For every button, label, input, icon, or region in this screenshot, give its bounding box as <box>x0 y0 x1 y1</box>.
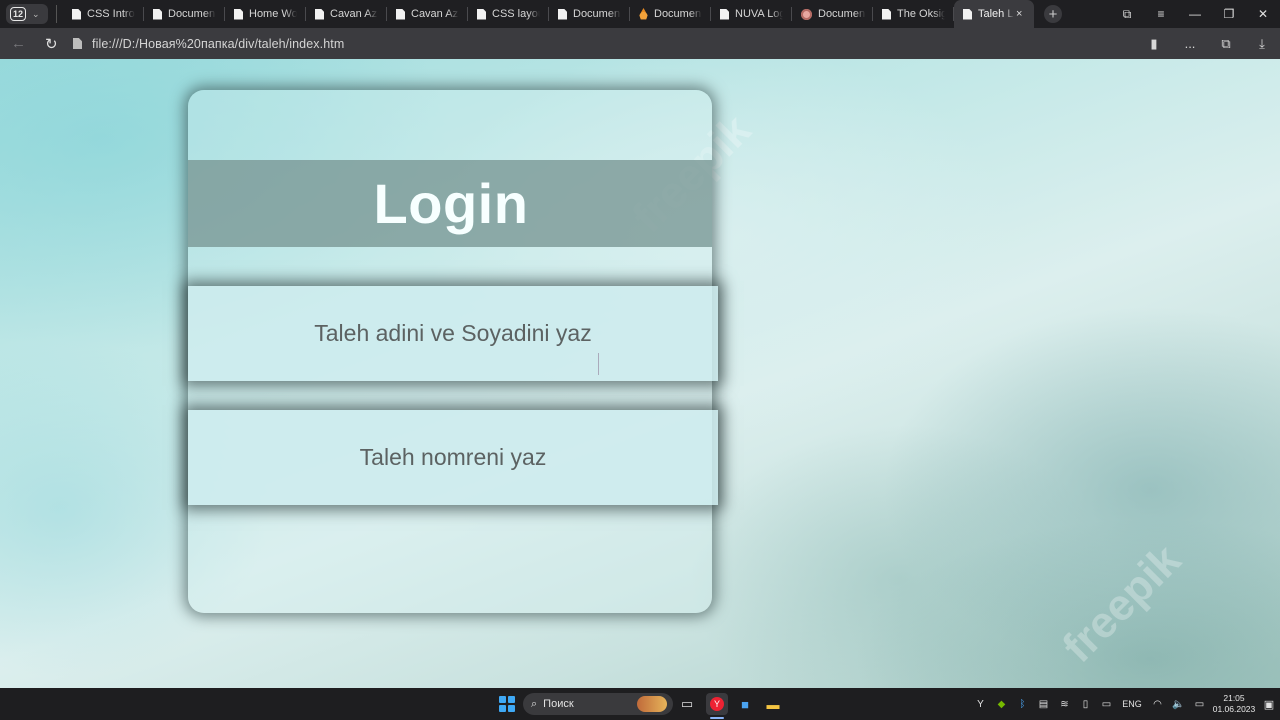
menu-icon[interactable]: ≡ <box>1144 7 1178 21</box>
chevron-down-icon: ⌄ <box>32 8 40 19</box>
watermark: freepik <box>1053 535 1191 672</box>
browser-tab[interactable]: CSS Introd <box>63 0 144 28</box>
close-tab-icon[interactable]: × <box>1016 8 1022 20</box>
windows-start-icon[interactable] <box>499 696 515 712</box>
reload-button[interactable]: ↻ <box>45 35 63 53</box>
tab-label: Home Wo <box>249 8 297 20</box>
url-box[interactable]: file:///D:/Новая%20папка/div/taleh/index… <box>73 37 344 51</box>
collections-icon[interactable]: ⧉ <box>1110 7 1144 22</box>
close-window-button[interactable]: ✕ <box>1246 7 1280 21</box>
bluetooth-icon[interactable]: ᛒ <box>1012 699 1033 710</box>
file-explorer-icon[interactable]: ▬ <box>762 693 784 715</box>
doc-icon <box>720 8 729 20</box>
text-cursor <box>598 353 599 375</box>
usb-icon[interactable]: ▯ <box>1075 699 1096 710</box>
page-title: Login <box>373 172 529 235</box>
download-icon[interactable]: ⤓ <box>1244 36 1280 52</box>
doc-icon <box>396 8 405 20</box>
extensions-icon[interactable]: ⧉ <box>1208 36 1244 52</box>
tab-label: NUVA Log <box>735 8 783 20</box>
address-bar: ← ↻ file:///D:/Новая%20папка/div/taleh/i… <box>0 28 1280 59</box>
language-indicator[interactable]: ENG <box>1117 699 1147 709</box>
doc-icon <box>963 8 972 20</box>
browser-tab-strip: 12 ⌄ CSS Introd Documen Home Wo Cavan Az Cav… <box>0 0 1280 28</box>
wifi-icon[interactable]: ◠ <box>1147 699 1168 710</box>
doc-icon <box>882 8 891 20</box>
bookmark-icon[interactable]: ▮ <box>1136 36 1172 52</box>
tab-label: Cavan Az <box>411 8 459 20</box>
search-highlight-image <box>637 696 667 712</box>
clock[interactable]: 21:05 01.06.2023 <box>1210 693 1258 715</box>
system-tray: Y ◆ ᛒ ▤ ≋ ▯ ▭ ENG ◠ 🔈 ▭ 21:05 01.06.2023… <box>970 688 1280 720</box>
page-viewport: freepik freepik Login <box>0 59 1280 688</box>
browser-tab[interactable]: Documen <box>144 0 225 28</box>
drop-icon <box>639 8 648 20</box>
browser-tab[interactable]: CSS layou <box>468 0 549 28</box>
date: 01.06.2023 <box>1212 704 1256 714</box>
tab-label: Documen <box>654 8 702 20</box>
back-button[interactable]: ← <box>11 35 29 52</box>
browser-tab[interactable]: Documen <box>630 0 711 28</box>
tab-label: CSS layou <box>492 8 540 20</box>
login-card: Login <box>188 90 718 613</box>
volume-muted-icon[interactable]: 🔈 <box>1168 699 1189 710</box>
tray-app-icon[interactable]: ▤ <box>1033 699 1054 710</box>
browser-tab[interactable]: Documen <box>549 0 630 28</box>
tab-label: The Oksig <box>897 8 945 20</box>
divider <box>56 5 57 23</box>
notification-icon[interactable]: ▣ <box>1258 698 1280 711</box>
search-label: Поиск <box>543 698 574 710</box>
phone-input[interactable] <box>188 410 718 505</box>
tab-count-button[interactable]: 12 ⌄ <box>6 4 48 24</box>
url-text[interactable]: file:///D:/Новая%20папка/div/taleh/index… <box>92 37 344 51</box>
tab-label: Documen <box>573 8 621 20</box>
browser-tab[interactable]: Taleh Lo× <box>954 0 1034 28</box>
nvidia-icon[interactable]: ◆ <box>991 699 1012 710</box>
store-icon[interactable]: ■ <box>734 693 756 715</box>
tab-label: Documen <box>168 8 216 20</box>
login-title-band: Login <box>188 160 712 247</box>
doc-icon <box>72 8 81 20</box>
tab-list: CSS Introd Documen Home Wo Cavan Az Cavan Az… <box>63 0 1034 28</box>
browser-tab[interactable]: NUVA Log <box>711 0 792 28</box>
doc-icon <box>234 8 243 20</box>
browser-tab[interactable]: Documen <box>792 0 873 28</box>
tab-label: Taleh Lo <box>978 8 1014 20</box>
search-icon: ⌕ <box>531 697 538 710</box>
file-icon <box>73 38 82 49</box>
doc-icon <box>153 8 162 20</box>
doc-icon <box>477 8 486 20</box>
yandex-browser-icon[interactable]: Y <box>706 693 728 715</box>
browser-tab[interactable]: The Oksig <box>873 0 954 28</box>
doc-icon <box>315 8 324 20</box>
address-bar-actions: ▮ ... ⧉ ⤓ <box>1136 28 1280 59</box>
plus-icon: + <box>1048 5 1058 23</box>
tab-label: Cavan Az <box>330 8 378 20</box>
maximize-button[interactable]: ❐ <box>1212 7 1246 21</box>
active-app-indicator <box>710 717 724 719</box>
browser-tab[interactable]: Cavan Az <box>306 0 387 28</box>
tab-label: Documen <box>818 8 866 20</box>
tab-count: 12 <box>10 7 26 21</box>
tab-label: CSS Introd <box>87 8 135 20</box>
browser-tab[interactable]: Cavan Az <box>387 0 468 28</box>
browser-tab[interactable]: Home Wo <box>225 0 306 28</box>
doc-icon <box>558 8 567 20</box>
more-button[interactable]: ... <box>1172 36 1208 51</box>
yandex-tray-icon[interactable]: Y <box>970 699 991 710</box>
taskbar: ⌕ Поиск ▭ Y ■ ▬ Y ◆ ᛒ ▤ ≋ ▯ ▭ ENG ◠ 🔈 ▭ … <box>0 688 1280 720</box>
round-icon <box>801 8 812 20</box>
tray-app-icon[interactable]: ≋ <box>1054 699 1075 710</box>
window-controls: ⧉ ≡ — ❐ ✕ <box>1110 0 1280 28</box>
battery-icon[interactable]: ▭ <box>1189 699 1210 710</box>
minimize-button[interactable]: — <box>1178 7 1212 21</box>
display-icon[interactable]: ▭ <box>1096 699 1117 710</box>
name-input[interactable] <box>188 286 718 381</box>
time: 21:05 <box>1223 693 1245 703</box>
new-tab-button[interactable]: + <box>1044 5 1062 23</box>
task-view-icon[interactable]: ▭ <box>676 693 698 715</box>
taskbar-search[interactable]: ⌕ Поиск <box>523 693 673 715</box>
